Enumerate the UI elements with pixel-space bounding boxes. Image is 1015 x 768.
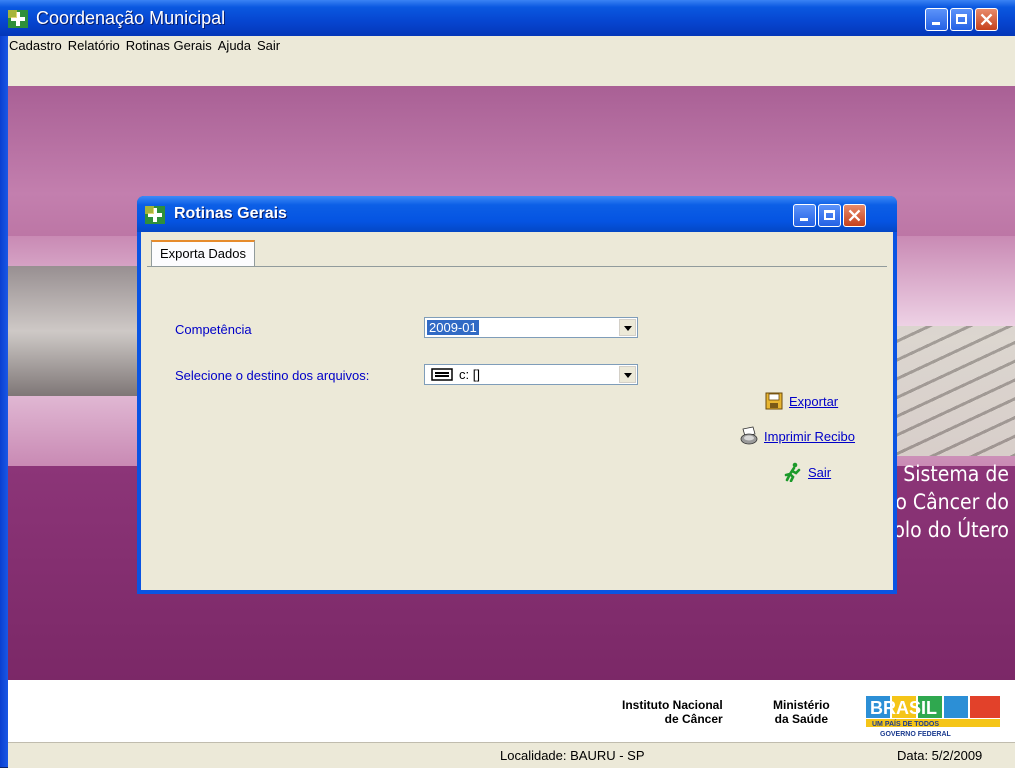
window-frame-left	[0, 36, 8, 767]
dialog-window-controls	[793, 204, 866, 227]
chevron-down-icon[interactable]	[619, 366, 636, 383]
background-keyboard-image	[893, 326, 1015, 456]
dialog-titlebar[interactable]: Rotinas Gerais	[137, 196, 897, 232]
exportar-button[interactable]: Exportar	[764, 391, 838, 411]
inca-logo-line-2: de Câncer	[664, 712, 723, 726]
logo-bar	[8, 680, 1015, 742]
ms-logo-line-1: Ministério	[773, 698, 830, 712]
menu-cadastro[interactable]: Cadastro	[6, 38, 65, 53]
imprimir-recibo-button[interactable]: Imprimir Recibo	[739, 426, 855, 446]
close-icon	[848, 209, 861, 222]
menu-relatorio[interactable]: Relatório	[65, 38, 123, 53]
destino-drive-select[interactable]: c: []	[424, 364, 638, 385]
competencia-select[interactable]: 2009-01	[424, 317, 638, 338]
dialog-body: Exporta Dados Competência 2009-01 Seleci…	[141, 232, 893, 590]
status-date: Data: 5/2/2009	[897, 748, 983, 763]
main-window-controls	[925, 8, 998, 31]
close-icon	[980, 13, 993, 26]
destino-value: c: []	[459, 367, 480, 382]
dialog-minimize-button[interactable]	[793, 204, 816, 227]
menu-items: Cadastro Relatório Rotinas Gerais Ajuda …	[6, 38, 283, 53]
tab-panel-border	[147, 266, 887, 267]
datasus-cross-icon	[145, 206, 165, 224]
rotinas-gerais-dialog: Rotinas Gerais Exporta Dados Competência…	[137, 196, 897, 594]
chevron-down-icon[interactable]	[619, 319, 636, 336]
inca-logo-line-1: Instituto Nacional	[622, 698, 723, 712]
brasil-tagline: UM PAÍS DE TODOS	[872, 719, 939, 728]
menu-ajuda[interactable]: Ajuda	[215, 38, 254, 53]
maximize-icon	[824, 210, 835, 220]
running-man-icon	[784, 462, 801, 482]
printer-icon	[740, 426, 758, 445]
status-locality: Localidade: BAURU - SP	[500, 748, 645, 763]
destino-label: Selecione o destino dos arquivos:	[175, 368, 370, 383]
floppy-disk-icon	[765, 392, 783, 410]
brasil-gov-text: GOVERNO FEDERAL	[880, 731, 952, 738]
tab-exporta-dados[interactable]: Exporta Dados	[151, 240, 255, 266]
drive-icon	[431, 368, 453, 381]
main-window-title: Coordenação Municipal	[36, 8, 226, 28]
exportar-label: Exportar	[789, 393, 839, 409]
background-laptop-image	[8, 266, 158, 396]
competencia-value: 2009-01	[427, 320, 479, 335]
menu-rotinas-gerais[interactable]: Rotinas Gerais	[123, 38, 215, 53]
brasil-wordmark: BRASIL	[870, 698, 937, 718]
minimize-button[interactable]	[925, 8, 948, 31]
dialog-maximize-button[interactable]	[818, 204, 841, 227]
maximize-button[interactable]	[950, 8, 973, 31]
minimize-icon	[932, 22, 940, 25]
ministerio-saude-logo: Ministério da Saúde	[773, 698, 830, 726]
dialog-close-button[interactable]	[843, 204, 866, 227]
maximize-icon	[956, 14, 967, 24]
menu-sair[interactable]: Sair	[254, 38, 283, 53]
close-button[interactable]	[975, 8, 998, 31]
datasus-cross-icon	[8, 10, 28, 28]
inca-logo: Instituto Nacional de Câncer	[622, 698, 723, 726]
brasil-gov-logo: BRASIL UM PAÍS DE TODOS GOVERNO FEDERAL	[866, 696, 1000, 738]
main-titlebar[interactable]: Coordenação Municipal	[0, 0, 1015, 36]
sair-button[interactable]: Sair	[783, 462, 831, 482]
sair-label: Sair	[808, 464, 832, 480]
ms-logo-line-2: da Saúde	[774, 712, 829, 726]
minimize-icon	[800, 218, 808, 221]
competencia-label: Competência	[175, 322, 252, 337]
imprimir-recibo-label: Imprimir Recibo	[764, 428, 856, 444]
menubar	[0, 58, 1015, 86]
dialog-title: Rotinas Gerais	[174, 205, 287, 222]
